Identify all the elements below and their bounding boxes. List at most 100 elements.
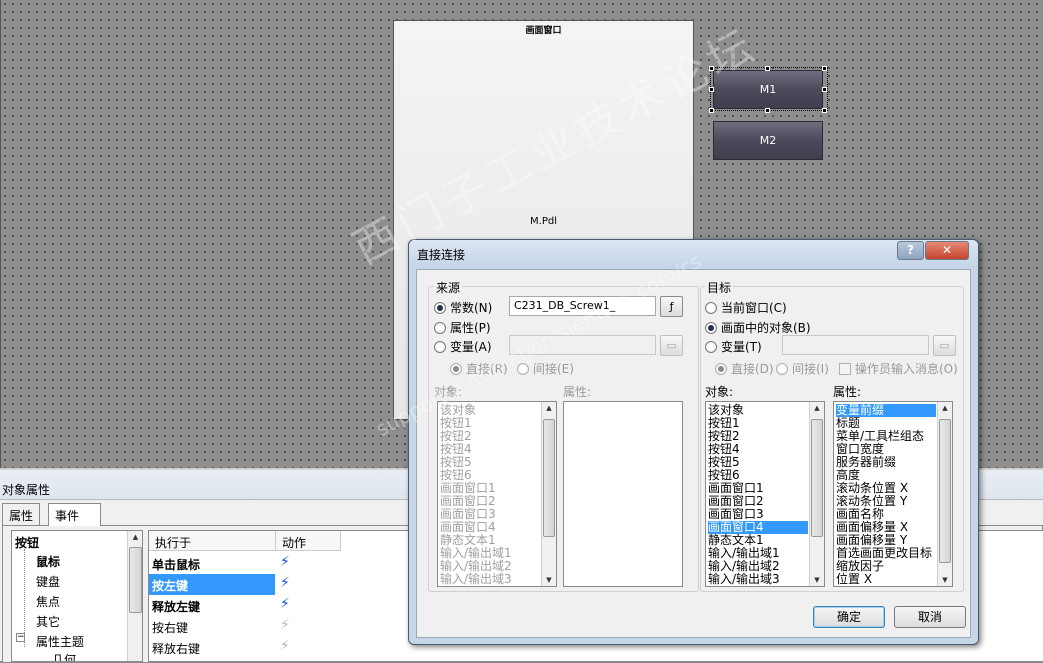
target-attribute-item[interactable]: 位置 X bbox=[836, 573, 936, 586]
resize-handle[interactable] bbox=[709, 87, 714, 92]
source-indirect-option[interactable]: 间接(E) bbox=[517, 360, 574, 377]
target-attribute-item[interactable]: 标题 bbox=[836, 417, 936, 430]
radio-icon[interactable] bbox=[517, 362, 529, 375]
radio-icon[interactable] bbox=[705, 301, 717, 314]
target-object-item[interactable]: 输入/输出域2 bbox=[708, 560, 808, 573]
target-attribute-item[interactable]: 变量前缀 bbox=[836, 404, 936, 417]
source-object-item[interactable]: 画面窗口3 bbox=[440, 508, 540, 521]
resize-handle[interactable] bbox=[822, 87, 827, 92]
source-object-item[interactable]: 画面窗口4 bbox=[440, 521, 540, 534]
resize-handle[interactable] bbox=[709, 108, 714, 113]
action-lightning-icon[interactable]: ⚡ bbox=[280, 554, 290, 570]
target-object-item[interactable]: 画面窗口4 bbox=[708, 521, 808, 534]
target-object-item[interactable]: 按钮4 bbox=[708, 443, 808, 456]
tree-item-keyboard[interactable]: 键盘 bbox=[36, 573, 60, 590]
hmi-button-m1[interactable]: M1 bbox=[713, 70, 823, 109]
column-header-action[interactable]: 动作 bbox=[276, 531, 341, 551]
action-lightning-icon[interactable]: ⚡ bbox=[280, 638, 290, 654]
event-row-press-right[interactable]: 按右键 bbox=[149, 616, 275, 637]
target-attribute-list[interactable]: 位置 X 缩放因子 首选画面更改目标 画面偏移量 Y 画面偏移量 X 画面名称 滚动条位置 … bbox=[833, 401, 953, 587]
target-object-item[interactable]: 该对象 bbox=[708, 404, 808, 417]
event-row-press-left[interactable]: 按左键 bbox=[149, 574, 275, 595]
target-attribute-item[interactable]: 滚动条位置 Y bbox=[836, 495, 936, 508]
scroll-thumb[interactable] bbox=[543, 419, 555, 537]
target-object-item[interactable]: 按钮1 bbox=[708, 417, 808, 430]
target-object-item[interactable]: 画面窗口3 bbox=[708, 508, 808, 521]
source-object-item[interactable]: 该对象 bbox=[440, 404, 540, 417]
scroll-up-icon[interactable]: ▲ bbox=[128, 533, 142, 541]
target-attribute-item[interactable]: 画面偏移量 X bbox=[836, 521, 936, 534]
target-attribute-item[interactable]: 缩放因子 bbox=[836, 560, 936, 573]
resize-handle[interactable] bbox=[765, 66, 770, 71]
source-object-item[interactable]: 按钮2 bbox=[440, 430, 540, 443]
folder-browse-icon[interactable]: ▭ bbox=[933, 335, 956, 356]
tree-root-button[interactable]: 按钮 bbox=[15, 534, 39, 551]
radio-icon[interactable] bbox=[434, 321, 446, 334]
source-attribute-list[interactable] bbox=[563, 401, 683, 587]
action-lightning-icon[interactable]: ⚡ bbox=[280, 575, 290, 591]
scroll-thumb[interactable] bbox=[939, 419, 951, 563]
target-object-item[interactable]: 画面窗口1 bbox=[708, 482, 808, 495]
scroll-down-icon[interactable]: ▼ bbox=[810, 576, 824, 584]
source-property-option[interactable]: 属性(P) bbox=[434, 319, 491, 336]
operator-input-message-option[interactable]: 操作员输入消息(O) bbox=[839, 360, 958, 377]
ok-button[interactable]: 确定 bbox=[813, 606, 885, 628]
resize-handle[interactable] bbox=[709, 66, 714, 71]
column-header-executed-on[interactable]: 执行于 bbox=[149, 531, 276, 551]
target-object-item[interactable]: 画面窗口2 bbox=[708, 495, 808, 508]
scroll-thumb[interactable] bbox=[129, 547, 142, 613]
source-object-item[interactable]: 按钮4 bbox=[440, 443, 540, 456]
source-variable-option[interactable]: 变量(A) bbox=[434, 338, 492, 355]
resize-handle[interactable] bbox=[765, 108, 770, 113]
source-object-list[interactable]: 输入/输出域3 输入/输出域2 输入/输出域1 静态文本1 画面窗口4 画面窗口3 画面窗口… bbox=[437, 401, 557, 587]
target-object-item[interactable]: 按钮6 bbox=[708, 469, 808, 482]
target-indirect-option[interactable]: 间接(I) bbox=[776, 360, 829, 377]
target-object-item[interactable]: 输入/输出域3 bbox=[708, 573, 808, 586]
action-lightning-icon[interactable]: ⚡ bbox=[280, 596, 290, 612]
source-object-item[interactable]: 画面窗口1 bbox=[440, 482, 540, 495]
target-current-window-option[interactable]: 当前窗口(C) bbox=[705, 299, 787, 316]
scroll-up-icon[interactable]: ▲ bbox=[938, 404, 952, 412]
close-button[interactable]: ✕ bbox=[925, 241, 969, 260]
source-object-item[interactable]: 输入/输出域3 bbox=[440, 573, 540, 586]
function-picker-icon[interactable]: ƒ bbox=[660, 296, 683, 317]
scroll-up-icon[interactable]: ▲ bbox=[810, 404, 824, 412]
radio-checked-icon[interactable] bbox=[715, 362, 727, 375]
cancel-button[interactable]: 取消 bbox=[894, 606, 966, 628]
target-object-item[interactable]: 按钮5 bbox=[708, 456, 808, 469]
source-direct-option[interactable]: 直接(R) bbox=[450, 360, 508, 377]
radio-icon[interactable] bbox=[776, 362, 788, 375]
tree-item-mouse[interactable]: 鼠标 bbox=[36, 553, 60, 570]
checkbox-icon[interactable] bbox=[839, 362, 851, 375]
tree-item-property-theme[interactable]: 属性主题 bbox=[36, 633, 84, 650]
scroll-down-icon[interactable]: ▼ bbox=[938, 576, 952, 584]
collapse-toggle-icon[interactable]: − bbox=[16, 633, 25, 642]
tree-item-focus[interactable]: 焦点 bbox=[36, 593, 60, 610]
target-object-item[interactable]: 按钮2 bbox=[708, 430, 808, 443]
source-object-item[interactable]: 按钮5 bbox=[440, 456, 540, 469]
target-attribute-item[interactable]: 画面名称 bbox=[836, 508, 936, 521]
target-attribute-item[interactable]: 高度 bbox=[836, 469, 936, 482]
target-attribute-item[interactable]: 菜单/工具栏组态 bbox=[836, 430, 936, 443]
action-lightning-icon[interactable]: ⚡ bbox=[280, 617, 290, 633]
target-object-in-picture-option[interactable]: 画面中的对象(B) bbox=[705, 319, 811, 336]
source-object-item[interactable]: 输入/输出域2 bbox=[440, 560, 540, 573]
source-object-item[interactable]: 画面窗口2 bbox=[440, 495, 540, 508]
source-object-item[interactable]: 按钮1 bbox=[440, 417, 540, 430]
target-attribute-item[interactable]: 首选画面更改目标 bbox=[836, 547, 936, 560]
target-direct-option[interactable]: 直接(D) bbox=[715, 360, 774, 377]
hmi-button-m2[interactable]: M2 bbox=[713, 121, 823, 160]
source-constant-option[interactable]: 常数(N) bbox=[434, 299, 492, 316]
event-row-release-right[interactable]: 释放右键 bbox=[149, 637, 275, 658]
tab-events[interactable]: 事件 bbox=[48, 503, 101, 526]
source-variable-field[interactable] bbox=[509, 335, 656, 355]
tab-properties[interactable]: 属性 bbox=[2, 503, 41, 525]
target-attribute-item[interactable]: 服务器前缀 bbox=[836, 456, 936, 469]
resize-handle[interactable] bbox=[822, 108, 827, 113]
tree-item-other[interactable]: 其它 bbox=[36, 613, 60, 630]
target-attribute-scrollbar[interactable]: ▲ ▼ bbox=[937, 402, 952, 586]
tree-scrollbar[interactable]: ▲ bbox=[127, 531, 142, 661]
target-attribute-item[interactable]: 窗口宽度 bbox=[836, 443, 936, 456]
radio-checked-icon[interactable] bbox=[434, 301, 446, 314]
radio-checked-icon[interactable] bbox=[450, 362, 462, 375]
